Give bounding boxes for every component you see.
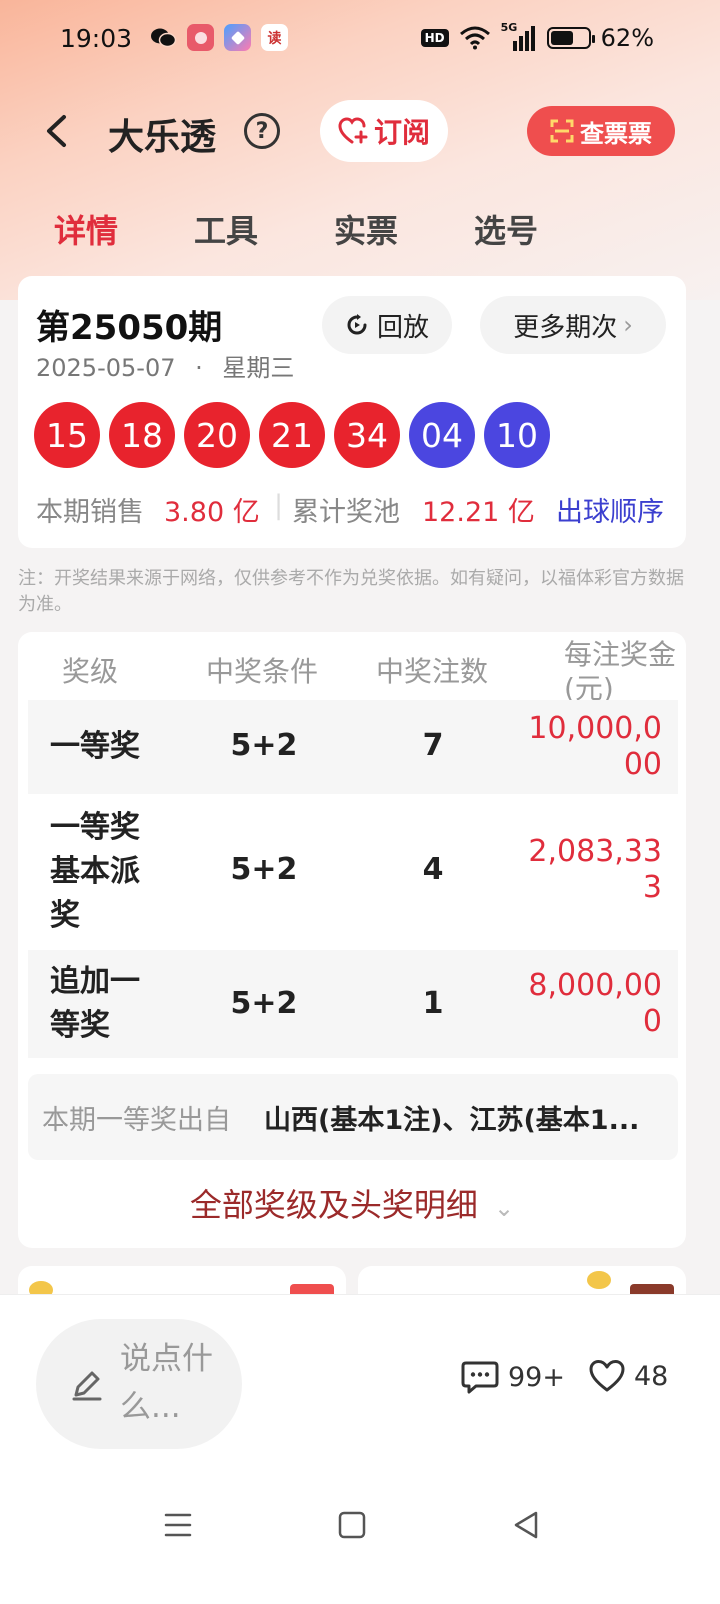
prize-count: 7 <box>422 728 444 763</box>
draw-date-line: 2025-05-07 · 星期三 <box>36 348 294 383</box>
heart-icon <box>589 1360 625 1392</box>
heart-plus-icon <box>338 117 368 144</box>
comments-button[interactable]: 99+ <box>460 1359 565 1395</box>
status-app-icons: 读 <box>150 24 288 51</box>
status-time: 19:03 <box>60 24 133 53</box>
origin-value: 山西(基本1注)、江苏(基本1... <box>264 1105 640 1136</box>
chevron-left-icon <box>47 115 66 147</box>
page-title: 大乐透 <box>108 117 217 158</box>
prize-condition: 5+2 <box>230 852 298 887</box>
menu-icon[interactable] <box>158 1505 198 1545</box>
subscribe-button[interactable]: 订阅 <box>320 100 448 162</box>
draw-result-card: 第25050期 2025-05-07 · 星期三 回放 更多期次 › 15 18 2… <box>18 276 686 548</box>
tab-real-tickets[interactable]: 实票 <box>334 206 398 252</box>
replay-button[interactable]: 回放 <box>322 296 452 354</box>
draw-weekday: 星期三 <box>222 354 295 382</box>
check-ticket-label: 查票票 <box>580 119 652 148</box>
coin-icon <box>587 1271 611 1289</box>
header-level: 奖级 <box>62 655 119 688</box>
photos-icon <box>187 24 214 51</box>
help-icon[interactable]: ? <box>244 113 280 149</box>
like-button[interactable]: 48 <box>588 1359 668 1393</box>
prize-amount: 10,000,000 <box>528 711 662 782</box>
header-count: 中奖注数 <box>376 655 489 688</box>
battery-level <box>550 31 573 45</box>
prize-amount: 8,000,000 <box>528 968 662 1039</box>
app-icon <box>224 24 251 51</box>
comment-icon <box>461 1361 499 1394</box>
comment-input[interactable]: 说点什么... <box>36 1319 242 1449</box>
comment-count: 99+ <box>508 1361 565 1393</box>
more-issues-button[interactable]: 更多期次 › <box>480 296 666 354</box>
stats-divider: | <box>274 490 284 521</box>
more-issues-label: 更多期次 <box>513 312 618 343</box>
comment-placeholder: 说点什么... <box>120 1341 213 1425</box>
blue-ball: 10 <box>484 402 550 468</box>
first-prize-origin[interactable]: 本期一等奖出自 山西(基本1注)、江苏(基本1... <box>28 1074 678 1160</box>
issue-number: 第25050期 <box>36 308 223 348</box>
signal-icon: 5G <box>501 21 537 51</box>
replay-label: 回放 <box>376 312 429 343</box>
pool-value: 12.21 亿 <box>422 497 535 528</box>
sales-value: 3.80 亿 <box>164 497 260 528</box>
pencil-icon <box>72 1371 102 1401</box>
prize-row: 一等奖 5+2 7 10,000,000 <box>28 700 678 794</box>
blue-ball: 04 <box>409 402 475 468</box>
prize-condition: 5+2 <box>230 728 298 763</box>
subscribe-label: 订阅 <box>373 116 430 149</box>
red-ball: 15 <box>34 402 100 468</box>
back-button[interactable] <box>36 106 76 156</box>
wifi-icon <box>459 26 490 50</box>
battery-percent: 62% <box>600 24 654 52</box>
prize-level: 一等奖 <box>50 729 140 764</box>
pool-label: 累计奖池 <box>292 497 400 528</box>
reader-icon: 读 <box>261 24 288 51</box>
date-separator: · <box>195 354 203 382</box>
sales-stats: 本期销售 3.80 亿 | 累计奖池 12.21 亿 出球顺序 <box>36 490 676 530</box>
replay-icon <box>347 314 367 335</box>
prize-level: 追加一等奖 <box>50 964 140 1043</box>
all-prize-levels-label: 全部奖级及头奖明细 <box>189 1186 478 1224</box>
wechat-icon <box>150 24 177 51</box>
back-nav-icon[interactable] <box>506 1505 546 1545</box>
prize-amount: 2,083,333 <box>528 834 662 905</box>
prize-condition: 5+2 <box>230 986 298 1021</box>
status-bar: 19:03 读 HD 5G 62% <box>0 18 720 64</box>
status-indicators: HD 5G 62% <box>420 21 654 52</box>
red-ball: 20 <box>184 402 250 468</box>
tab-pick-numbers[interactable]: 选号 <box>474 206 538 252</box>
app-header: 大乐透 ? 订阅 查票票 <box>0 96 720 166</box>
draw-date: 2025-05-07 <box>36 354 176 382</box>
disclaimer-note: 注：开奖结果来源于网络，仅供参考不作为兑奖依据。如有疑问，以福体彩官方数据为准。 <box>18 568 684 615</box>
origin-label: 本期一等奖出自 <box>42 1105 231 1136</box>
all-prize-levels-button[interactable]: 全部奖级及头奖明细 ⌄ <box>18 1180 686 1226</box>
scan-icon <box>550 119 574 143</box>
red-ball: 18 <box>109 402 175 468</box>
red-ball: 34 <box>334 402 400 468</box>
check-ticket-button[interactable]: 查票票 <box>527 106 675 156</box>
prize-row: 追加一等奖 5+2 1 8,000,000 <box>28 950 678 1058</box>
bottom-action-bar: 说点什么... 99+ 48 <box>0 1294 720 1604</box>
hd-badge: HD <box>420 29 449 47</box>
chevron-down-icon: ⌄ <box>494 1194 515 1222</box>
chevron-right-icon: › <box>623 311 633 339</box>
red-ball: 21 <box>259 402 325 468</box>
system-nav-bar <box>0 1495 720 1555</box>
prize-count: 1 <box>422 986 444 1021</box>
home-icon[interactable] <box>332 1505 372 1545</box>
like-count: 48 <box>634 1360 669 1392</box>
tab-bar: 详情 工具 实票 选号 <box>0 200 720 260</box>
draw-order-link[interactable]: 出球顺序 <box>556 490 664 529</box>
header-amount: 每注奖金(元) <box>564 638 677 700</box>
sales-label: 本期销售 <box>36 497 144 528</box>
tab-details[interactable]: 详情 <box>54 206 118 252</box>
tab-tools[interactable]: 工具 <box>194 206 258 252</box>
header-condition: 中奖条件 <box>206 655 319 688</box>
prize-count: 4 <box>422 852 444 887</box>
prize-row: 一等奖基本派奖 5+2 4 2,083,333 <box>28 794 678 950</box>
prize-level: 一等奖基本派奖 <box>50 810 140 933</box>
battery-icon <box>546 27 595 49</box>
prize-table-card: 奖级 中奖条件 中奖注数 每注奖金(元) 一等奖 5+2 7 10,000,00… <box>18 632 686 1248</box>
